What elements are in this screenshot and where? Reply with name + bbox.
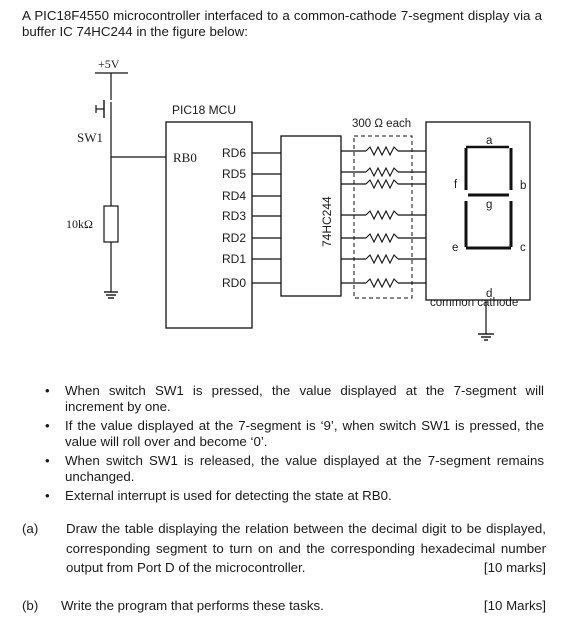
question-marks: [10 Marks] <box>483 598 546 613</box>
display-label: common cathode <box>430 297 518 309</box>
resistor-icon <box>365 145 399 157</box>
resistor-icon <box>365 277 399 289</box>
resistor-icon <box>365 209 399 221</box>
bullet-icon: • <box>45 453 50 468</box>
resistor-array-label: 300 Ω each <box>352 118 411 130</box>
question-text: Draw the table displaying the relation b… <box>66 521 546 575</box>
resistor-icon <box>365 178 399 190</box>
seg-label-e: e <box>452 242 458 254</box>
bullet-icon: • <box>45 383 50 398</box>
requirement-item: • If the value displayed at the 7-segment… <box>45 418 544 449</box>
question-a: (a) Draw the table displaying the relati… <box>22 519 546 579</box>
question-label: (b) <box>22 598 39 613</box>
resistor-icon <box>365 232 399 244</box>
seg-label-g: g <box>486 199 492 211</box>
resistor-icon <box>365 166 399 178</box>
requirements-list: • When switch SW1 is pressed, the value d… <box>42 383 544 507</box>
mcu-pin-rd1: RD1 <box>222 252 246 266</box>
intro-paragraph: A PIC18F4550 microcontroller interfaced … <box>22 8 542 39</box>
seg-label-a: a <box>486 135 493 147</box>
ground-icon <box>104 291 118 299</box>
switch-label: SW1 <box>77 130 103 145</box>
question-b: (b) Write the program that performs thes… <box>22 596 546 616</box>
question-marks: [10 marks] <box>483 560 546 575</box>
circuit-diagram: +5V SW1 10kΩ PIC18 MCU RB0 RD6 RD5 RD4 RD3 R… <box>66 57 531 341</box>
ground-icon <box>478 333 494 341</box>
question-text: Write the program that performs these ta… <box>61 598 324 613</box>
seven-segment-display <box>425 121 531 301</box>
seg-label-b: b <box>520 180 526 192</box>
question-label: (a) <box>22 521 39 536</box>
mcu-pin-rd3: RD3 <box>222 209 246 223</box>
mcu-pin-rd2: RD2 <box>222 231 246 245</box>
mcu-pin-rd4: RD4 <box>222 189 246 203</box>
bullet-icon: • <box>45 488 50 503</box>
mcu-label: PIC18 MCU <box>172 103 236 117</box>
mcu-pin-rd0: RD0 <box>222 276 246 290</box>
pulldown-resistor-icon <box>103 205 119 243</box>
bullet-icon: • <box>45 418 50 433</box>
push-switch-icon <box>95 100 112 122</box>
resistor-label: 10kΩ <box>66 217 93 231</box>
requirement-item: • External interrupt is used for detectin… <box>45 488 392 503</box>
requirement-item: • When switch SW1 is released, the value … <box>45 453 544 484</box>
mcu-pin-rd5: RD5 <box>222 167 246 181</box>
seg-label-c: c <box>520 242 526 254</box>
resistor-icon <box>365 253 399 265</box>
buffer-ic-label: 74HC244 <box>320 196 334 247</box>
mcu-pin-rd6: RD6 <box>222 146 246 160</box>
mcu-pin-rb0: RB0 <box>173 150 197 165</box>
requirement-item: • When switch SW1 is pressed, the value d… <box>45 383 544 414</box>
supply-label: +5V <box>98 57 120 71</box>
